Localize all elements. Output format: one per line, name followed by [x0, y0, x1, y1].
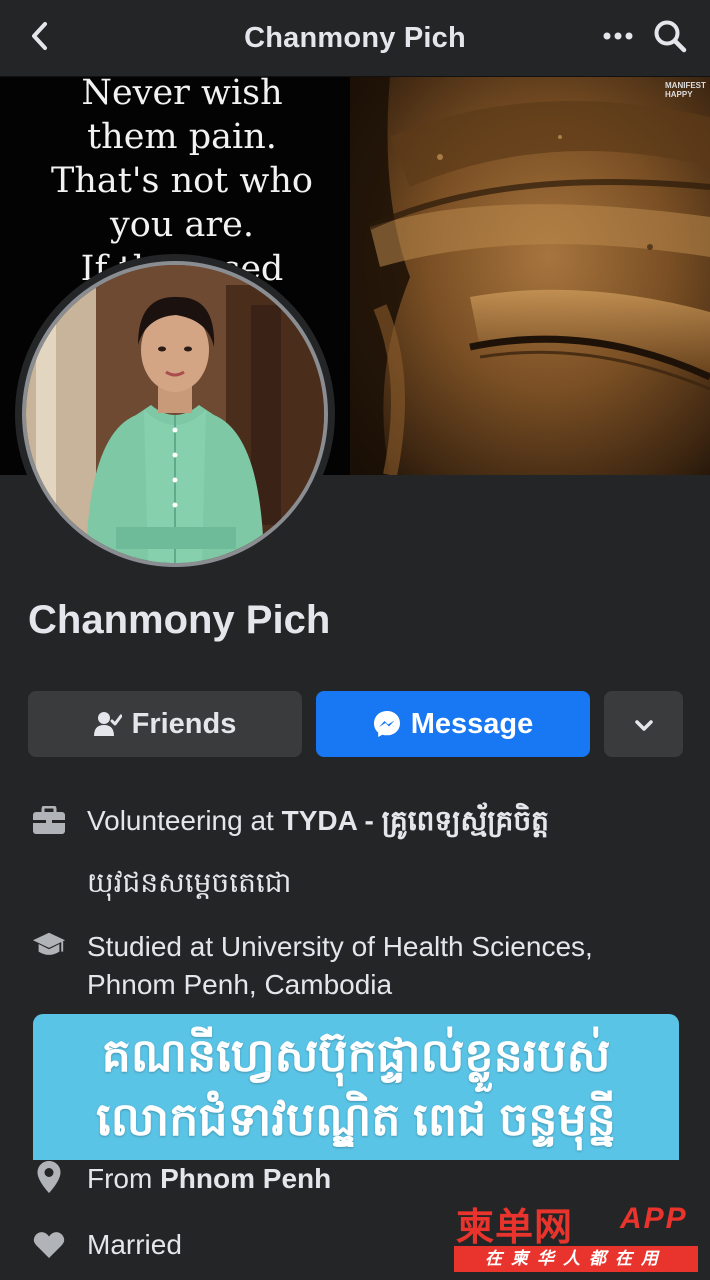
graduation-cap-icon [32, 928, 66, 962]
quote-line: you are. [110, 205, 254, 245]
cover-stamp: MANIFEST HAPPY [665, 81, 706, 99]
heart-icon [32, 1228, 66, 1262]
quote-line: That's not who [51, 161, 313, 201]
education-line1[interactable]: Studied at University of Health Sciences… [87, 928, 593, 966]
location-pin-icon [32, 1160, 66, 1194]
overlay-caption-banner: គណនីហ្វេសប៊ុកផ្ទាល់ខ្លួនរបស់ លោកជំទាវបណ្… [33, 1014, 679, 1160]
hometown-text: From Phnom Penh [87, 1160, 331, 1198]
work-org-link[interactable]: TYDA - គ្រូពេទ្យស្ម័គ្រចិត្ត [282, 805, 549, 836]
buddha-face-image [350, 77, 710, 475]
chevron-left-icon[interactable] [22, 18, 58, 54]
quote-line: them pain. [87, 117, 277, 157]
watermark-brand: 柬单网 [456, 1207, 574, 1249]
stamp-line: HAPPY [665, 90, 693, 99]
hometown-link[interactable]: Phnom Penh [160, 1163, 331, 1194]
message-button[interactable]: Message [316, 691, 590, 757]
banner-line1: គណនីហ្វេសប៊ុកផ្ទាល់ខ្លួនរបស់ [101, 1029, 611, 1081]
top-nav-bar: Chanmony Pich [0, 0, 710, 77]
search-icon[interactable] [648, 14, 692, 58]
more-actions-button[interactable] [604, 691, 683, 757]
quote-line: Never wish [81, 77, 283, 113]
messenger-icon [373, 710, 401, 738]
from-prefix: From [87, 1163, 161, 1194]
banner-line2: លោកជំទាវបណ្ឌិត ពេជ ចន្ទមុន្នី [96, 1093, 616, 1145]
work-text: Volunteering at TYDA - គ្រូពេទ្យស្ម័គ្រច… [87, 802, 549, 840]
stamp-line: MANIFEST [665, 81, 706, 90]
more-dots-icon[interactable] [598, 18, 638, 54]
profile-photo [26, 265, 324, 563]
watermark-slogan: 在柬华人都在用 [454, 1246, 698, 1272]
friends-button-label: Friends [131, 707, 237, 740]
friends-button[interactable]: Friends [28, 691, 302, 757]
app-watermark: 柬单网 APP 在柬华人都在用 [452, 1196, 702, 1276]
watermark-app: APP [620, 1202, 688, 1235]
profile-name: Chanmony Pich [28, 598, 331, 642]
avatar[interactable] [22, 261, 328, 567]
chevron-down-icon [634, 708, 654, 741]
page-title: Chanmony Pich [244, 21, 466, 54]
friend-check-icon [93, 711, 122, 737]
message-button-label: Message [410, 707, 534, 740]
briefcase-icon [32, 804, 66, 838]
work-prefix: Volunteering at [87, 805, 282, 836]
relationship-text: Married [87, 1229, 182, 1260]
work-text-line2[interactable]: យុវជនសម្តេចតេជោ [87, 864, 291, 902]
education-line2: Phnom Penh, Cambodia [87, 969, 393, 1000]
